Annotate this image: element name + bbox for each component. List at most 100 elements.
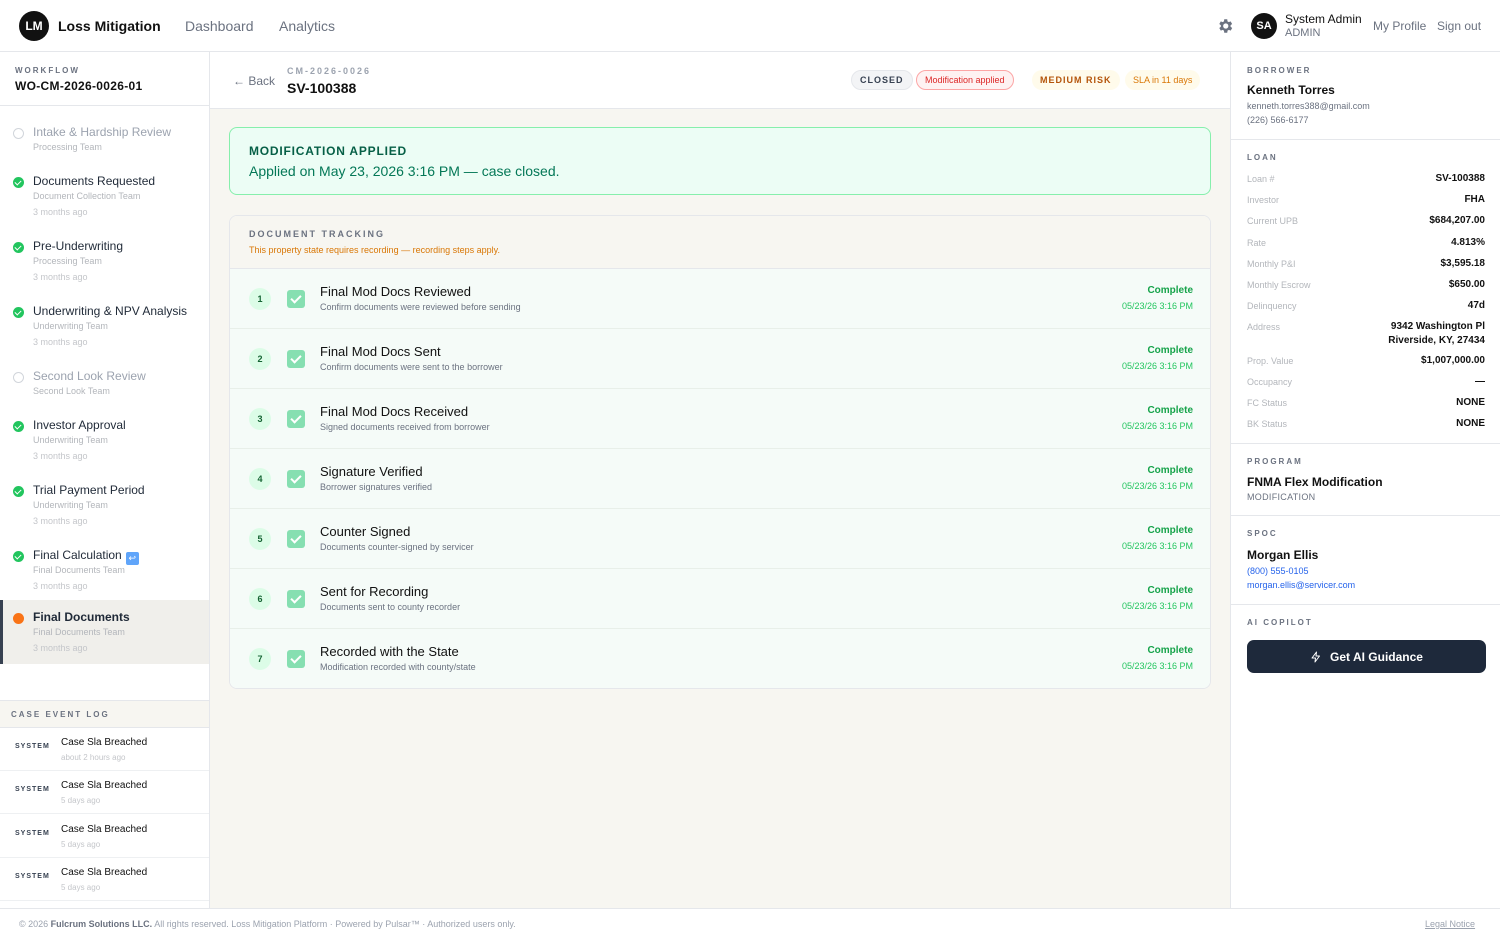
ai-button-label: Get AI Guidance — [1330, 649, 1423, 664]
loan-label: LOAN — [1247, 153, 1278, 162]
ai-copilot-label: AI COPILOT — [1247, 618, 1313, 627]
workflow-step[interactable]: Investor Approval Underwriting Team 3 mo… — [0, 408, 209, 472]
event-actor: SYSTEM — [15, 786, 50, 793]
delinquency-value: 47d — [1467, 300, 1485, 311]
recalculate-icon[interactable]: ↩ — [125, 552, 139, 565]
doc-time: 05/23/26 3:16 PM — [1121, 541, 1193, 551]
document-row: 3 Final Mod Docs Received Signed documen… — [230, 389, 1210, 449]
checkbox-checked[interactable] — [287, 590, 305, 608]
doc-time: 05/23/26 3:16 PM — [1121, 421, 1193, 431]
event-log-row[interactable]: SYSTEM Case Sla Breached 5 days ago — [0, 771, 209, 814]
event-time: 5 days ago — [61, 883, 101, 892]
step-current-icon — [13, 613, 24, 624]
spoc-email[interactable]: morgan.ellis@servicer.com — [1247, 580, 1355, 590]
loan-field-label: Current UPB — [1247, 216, 1299, 226]
doc-description: Confirm documents were reviewed before s… — [320, 302, 521, 312]
doc-status: Complete — [1147, 585, 1193, 596]
workflow-step[interactable]: Trial Payment Period Underwriting Team 3… — [0, 473, 209, 537]
copyright-text: All rights reserved. Loss Mitigation Pla… — [154, 919, 516, 929]
event-title: Case Sla Breached — [61, 737, 148, 748]
doc-time: 05/23/26 3:16 PM — [1121, 481, 1193, 491]
doc-title: Final Mod Docs Received — [320, 404, 469, 419]
loan-field-label: Monthly P&I — [1247, 259, 1296, 269]
doc-description: Documents counter-signed by servicer — [320, 542, 474, 552]
workflow-step[interactable]: Documents Requested Document Collection … — [0, 164, 209, 228]
rate-value: 4.813% — [1451, 237, 1485, 248]
doc-status: Complete — [1147, 645, 1193, 656]
app-name[interactable]: Loss Mitigation — [58, 18, 161, 34]
workflow-sidebar: WORKFLOW WO-CM-2026-0026-01 Intake & Har… — [0, 52, 210, 908]
fc-status-value: NONE — [1456, 397, 1485, 408]
bk-status-value: NONE — [1456, 418, 1485, 429]
step-time: 3 months ago — [33, 451, 88, 461]
nav-dashboard[interactable]: Dashboard — [185, 18, 254, 34]
divider — [0, 105, 209, 106]
loan-field-label: Loan # — [1247, 174, 1275, 184]
checkbox-checked[interactable] — [287, 650, 305, 668]
case-code: CM-2026-0026 — [287, 66, 372, 76]
checkbox-checked[interactable] — [287, 350, 305, 368]
avatar[interactable]: SA — [1251, 13, 1277, 39]
investor-value: FHA — [1464, 194, 1485, 205]
address-line-2: Riverside, KY, 27434 — [1388, 335, 1485, 346]
loan-field-label: Address — [1247, 322, 1281, 332]
event-log-row[interactable]: SYSTEM Case Sla Breached 5 days ago — [0, 815, 209, 858]
borrower-phone[interactable]: (226) 566-6177 — [1247, 115, 1309, 125]
event-actor: SYSTEM — [15, 830, 50, 837]
checkbox-checked[interactable] — [287, 470, 305, 488]
gear-icon[interactable] — [1216, 17, 1234, 35]
step-team: Final Documents Team — [33, 565, 125, 575]
document-row: 6 Sent for Recording Documents sent to c… — [230, 569, 1210, 629]
loan-field-label: Occupancy — [1247, 377, 1293, 387]
doc-step-number: 7 — [249, 648, 271, 670]
doc-time: 05/23/26 3:16 PM — [1121, 661, 1193, 671]
checkbox-checked[interactable] — [287, 530, 305, 548]
loan-field-label: Investor — [1247, 195, 1280, 205]
get-ai-guidance-button[interactable]: Get AI Guidance — [1247, 640, 1486, 673]
tracking-note: This property state requires recording —… — [249, 245, 500, 255]
event-time: about 2 hours ago — [61, 753, 126, 762]
step-team: Second Look Team — [33, 386, 110, 396]
workflow-step[interactable]: Pre-Underwriting Processing Team 3 month… — [0, 229, 209, 293]
workflow-step[interactable]: Final Calculation ↩ Final Documents Team … — [0, 538, 209, 602]
company-name: Fulcrum Solutions LLC. — [50, 919, 153, 929]
document-row: 7 Recorded with the State Modification r… — [230, 629, 1210, 688]
banner-text: Applied on May 23, 2026 3:16 PM — case c… — [249, 163, 560, 179]
spoc-phone[interactable]: (800) 555-0105 — [1247, 566, 1309, 576]
nav-analytics[interactable]: Analytics — [279, 18, 335, 34]
doc-time: 05/23/26 3:16 PM — [1121, 361, 1193, 371]
doc-step-number: 3 — [249, 408, 271, 430]
event-log-row[interactable]: SYSTEM Case Sla Breached 5 days ago — [0, 858, 209, 901]
checkbox-checked[interactable] — [287, 410, 305, 428]
event-log-row[interactable]: SYSTEM Case Sla Breached about 2 hours a… — [0, 728, 209, 771]
workflow-step-current[interactable]: Final Documents Final Documents Team 3 m… — [0, 600, 209, 664]
doc-step-number: 6 — [249, 588, 271, 610]
event-time: 5 days ago — [61, 796, 101, 805]
event-title: Case Sla Breached — [61, 780, 148, 791]
risk-badge: MEDIUM RISK — [1032, 70, 1120, 90]
step-title: Second Look Review — [33, 369, 146, 383]
my-profile-link[interactable]: My Profile — [1373, 19, 1426, 33]
program-type: MODIFICATION — [1247, 492, 1316, 502]
sign-out-link[interactable]: Sign out — [1437, 19, 1481, 33]
workflow-step[interactable]: Underwriting & NPV Analysis Underwriting… — [0, 294, 209, 358]
loan-field-label: FC Status — [1247, 398, 1288, 408]
document-row: 4 Signature Verified Borrower signatures… — [230, 449, 1210, 509]
event-title: Case Sla Breached — [61, 867, 148, 878]
step-title: Investor Approval — [33, 418, 126, 432]
step-team: Underwriting Team — [33, 435, 108, 445]
step-time: 3 months ago — [33, 272, 88, 282]
monthly-pi-value: $3,595.18 — [1440, 258, 1486, 269]
doc-description: Modification recorded with county/state — [320, 662, 476, 672]
step-team: Processing Team — [33, 256, 102, 266]
loan-field-label: Prop. Value — [1247, 356, 1294, 366]
tracking-title: DOCUMENT TRACKING — [249, 229, 385, 239]
borrower-email[interactable]: kenneth.torres388@gmail.com — [1247, 101, 1370, 111]
checkbox-checked[interactable] — [287, 290, 305, 308]
back-button[interactable]: ← Back — [233, 74, 275, 88]
step-complete-icon — [13, 486, 24, 497]
app-logo[interactable]: LM — [19, 11, 49, 41]
legal-notice-link[interactable]: Legal Notice — [1425, 919, 1475, 929]
doc-description: Documents sent to county recorder — [320, 602, 461, 612]
step-time: 3 months ago — [33, 643, 88, 653]
